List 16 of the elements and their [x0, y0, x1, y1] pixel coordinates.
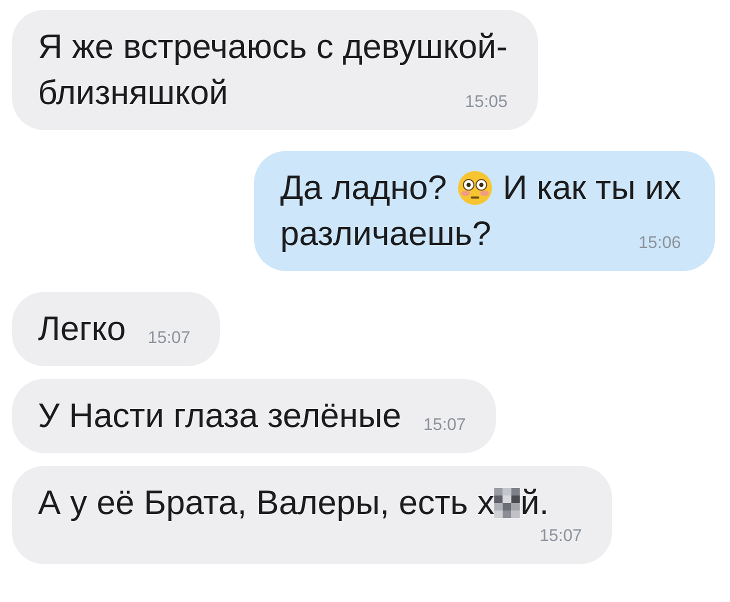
flushed-emoji-icon — [456, 170, 493, 206]
message-time: 15:05 — [464, 92, 508, 113]
message-text: й. — [520, 483, 549, 524]
message-text: Легко — [38, 309, 126, 350]
message-text: близняшкой — [38, 73, 228, 114]
message-text: И как ты их — [502, 168, 681, 209]
message-text: У Насти глаза зелёные — [38, 396, 402, 437]
message-time: 15:07 — [146, 328, 190, 349]
message-text: Я же встречаюсь с девушкой- — [38, 27, 508, 68]
message-time: 15:07 — [538, 526, 582, 547]
message-text: А у её Брата, Валеры, есть х — [38, 483, 494, 524]
message-time: 15:07 — [422, 415, 466, 436]
message-text: различаешь? — [280, 214, 492, 255]
message-time: 15:06 — [637, 233, 681, 254]
message-text: Да ладно? — [280, 168, 447, 209]
pixelated-patch-icon — [494, 488, 520, 518]
